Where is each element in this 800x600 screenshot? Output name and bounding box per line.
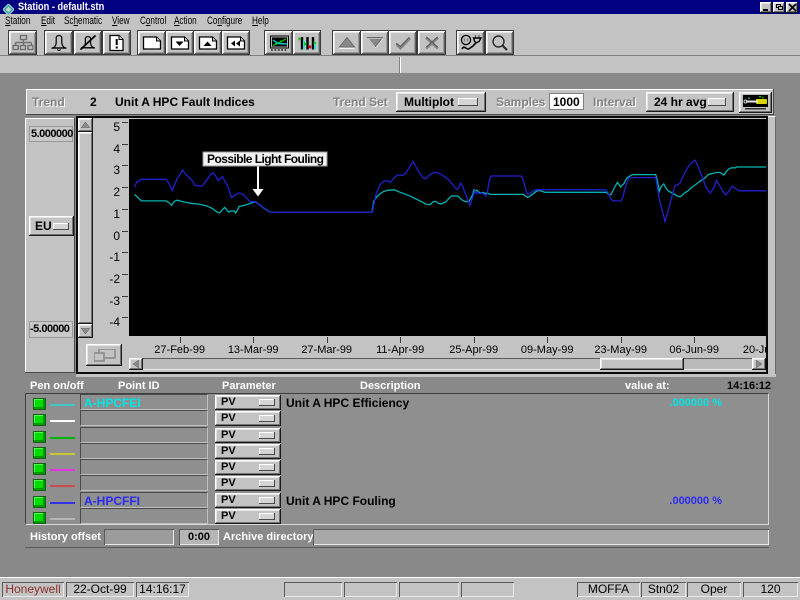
svg-text:Possible Light Fouling: Possible Light Fouling	[207, 152, 324, 166]
